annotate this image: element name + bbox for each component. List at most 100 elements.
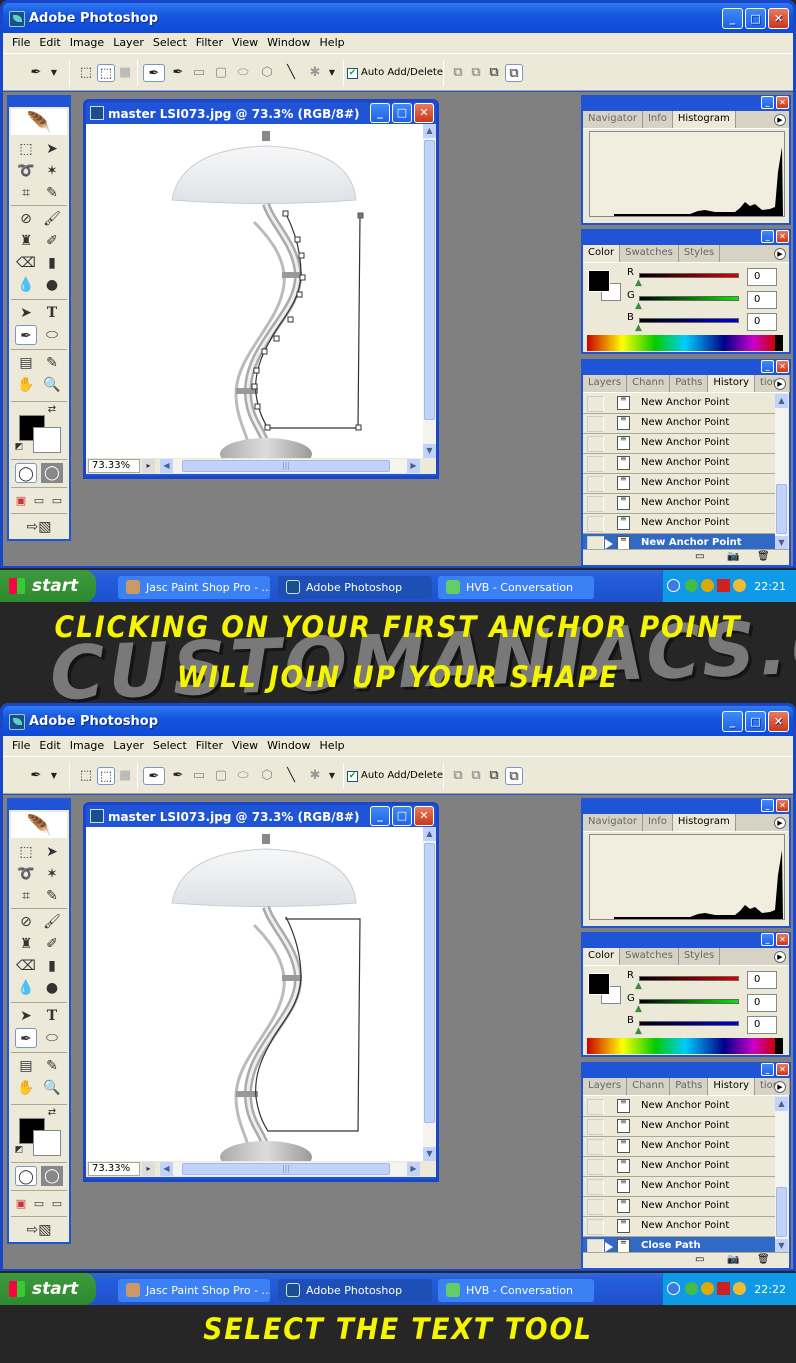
pen-tool-icon[interactable]: ✒ xyxy=(143,767,165,785)
network-tray-icon[interactable] xyxy=(701,579,714,592)
history-brush-source-box[interactable] xyxy=(587,516,604,532)
blue-slider-thumb[interactable]: ▲ xyxy=(635,1026,642,1036)
notes-tool-icon[interactable]: ▤ xyxy=(15,1056,37,1076)
taskbar-conversation[interactable]: HVB - Conversation xyxy=(438,576,594,599)
pen-tool-preset-icon[interactable]: ✒ xyxy=(27,767,45,785)
pen-tool-preset-icon[interactable]: ✒ xyxy=(27,64,45,82)
taskbar-photoshop[interactable]: Adobe Photoshop xyxy=(278,1279,432,1302)
horizontal-scroll-thumb[interactable]: ||| xyxy=(182,1163,390,1175)
green-slider[interactable] xyxy=(639,999,739,1004)
history-scroll-thumb[interactable] xyxy=(776,484,787,534)
zoom-tool-icon[interactable]: 🔍 xyxy=(41,375,63,395)
default-colors-icon[interactable]: ◩ xyxy=(13,1144,25,1156)
tab-paths[interactable]: Paths xyxy=(670,375,709,392)
history-brush-source-box[interactable] xyxy=(587,1099,604,1115)
panel-minimize-button[interactable]: _ xyxy=(761,360,774,373)
history-brush-source-box[interactable] xyxy=(587,1179,604,1195)
doc-maximize-button[interactable]: □ xyxy=(392,103,412,123)
jump-to-imageready-icon[interactable]: ⇨▧ xyxy=(17,517,61,537)
panel-close-button[interactable]: ✕ xyxy=(776,1063,789,1076)
vertical-scrollbar[interactable]: ▲ ▼ xyxy=(423,827,436,1161)
doc-maximize-button[interactable]: □ xyxy=(392,806,412,826)
type-tool-icon[interactable]: T xyxy=(41,303,63,323)
auto-add-delete-checkbox[interactable]: ✔ xyxy=(347,68,358,79)
red-slider-thumb[interactable]: ▲ xyxy=(635,278,642,288)
panel-menu-icon[interactable]: ▶ xyxy=(774,817,786,829)
tab-navigator[interactable]: Navigator xyxy=(583,814,643,831)
color-spectrum-bar[interactable] xyxy=(587,1038,783,1054)
paths-mode-icon[interactable]: ⬚ xyxy=(97,64,115,82)
panel-minimize-button[interactable]: _ xyxy=(761,799,774,812)
exclude-overlap-icon[interactable]: ⧉ xyxy=(505,64,523,82)
menu-layer[interactable]: Layer xyxy=(110,736,150,756)
menu-view[interactable]: View xyxy=(229,33,264,53)
panel-minimize-button[interactable]: _ xyxy=(761,933,774,946)
tab-history[interactable]: History xyxy=(708,1078,755,1095)
network-tray-icon[interactable] xyxy=(701,1282,714,1295)
swap-colors-icon[interactable]: ⇄ xyxy=(45,403,59,417)
tab-swatches[interactable]: Swatches xyxy=(620,948,679,965)
blue-slider[interactable] xyxy=(639,1021,739,1026)
tab-histogram[interactable]: Histogram xyxy=(672,111,736,128)
history-scrollbar[interactable]: ▲ ▼ xyxy=(775,1097,788,1253)
maximize-button[interactable]: □ xyxy=(745,711,766,732)
tab-channels[interactable]: Chann xyxy=(627,1078,671,1095)
path-selection-icon[interactable]: ➤ xyxy=(15,303,37,323)
horizontal-scrollbar[interactable]: ◀ ||| ▶ xyxy=(160,459,420,473)
scroll-right-icon[interactable]: ▶ xyxy=(407,1162,420,1176)
document-title-bar[interactable]: master LSI073.jpg @ 73.3% (RGB/8#) _ □ ✕ xyxy=(86,102,436,124)
rounded-rectangle-icon[interactable]: ▢ xyxy=(213,767,229,785)
preset-dropdown-icon[interactable]: ▼ xyxy=(49,64,59,82)
full-screen-menu-icon[interactable]: ▭ xyxy=(31,1194,47,1214)
panel-menu-icon[interactable]: ▶ xyxy=(774,951,786,963)
history-item[interactable]: ≡ New Anchor Point xyxy=(583,1137,775,1157)
tab-color[interactable]: Color xyxy=(583,245,621,262)
full-screen-icon[interactable]: ▭ xyxy=(49,1194,65,1214)
history-item[interactable]: ≡ New Anchor Point xyxy=(583,514,775,534)
panel-close-button[interactable]: ✕ xyxy=(776,230,789,243)
scroll-down-icon[interactable]: ▼ xyxy=(423,1147,436,1161)
panel-close-button[interactable]: ✕ xyxy=(776,360,789,373)
rounded-rectangle-icon[interactable]: ▢ xyxy=(213,64,229,82)
calendar-tray-icon[interactable] xyxy=(717,1282,730,1295)
menu-select[interactable]: Select xyxy=(150,33,193,53)
menu-file[interactable]: File xyxy=(9,33,36,53)
intersect-path-icon[interactable]: ⧉ xyxy=(487,64,501,82)
history-item[interactable]: ≡ New Anchor Point xyxy=(583,394,775,414)
green-value[interactable]: 0 xyxy=(747,291,777,309)
preset-dropdown-icon[interactable]: ▼ xyxy=(49,767,59,785)
history-scrollbar[interactable]: ▲ ▼ xyxy=(775,394,788,550)
history-brush-source-box[interactable] xyxy=(587,1119,604,1135)
paths-mode-icon[interactable]: ⬚ xyxy=(97,767,115,785)
menu-window[interactable]: Window xyxy=(264,33,316,53)
messenger-tray-icon[interactable] xyxy=(685,1282,698,1295)
eyedropper-icon[interactable]: ✎ xyxy=(41,1056,63,1076)
pen-tool-icon[interactable]: ✒ xyxy=(143,64,165,82)
panel-close-button[interactable]: ✕ xyxy=(776,933,789,946)
scroll-down-icon[interactable]: ▼ xyxy=(775,1239,788,1253)
history-brush-source-box[interactable] xyxy=(587,476,604,492)
quick-mask-icon[interactable]: ◯ xyxy=(41,463,63,483)
menu-help[interactable]: Help xyxy=(317,33,351,53)
scroll-up-icon[interactable]: ▲ xyxy=(423,124,436,138)
blur-tool-icon[interactable]: 💧 xyxy=(15,275,37,295)
rectangle-icon[interactable]: ▭ xyxy=(191,767,207,785)
color-foreground-swatch[interactable] xyxy=(588,270,610,292)
dodge-tool-icon[interactable]: ● xyxy=(41,978,63,998)
panel-menu-icon[interactable]: ▶ xyxy=(774,248,786,260)
panel-minimize-button[interactable]: _ xyxy=(761,1063,774,1076)
scroll-up-icon[interactable]: ▲ xyxy=(423,827,436,841)
scroll-right-icon[interactable]: ▶ xyxy=(407,459,420,473)
panel-menu-icon[interactable]: ▶ xyxy=(774,378,786,390)
panel-minimize-button[interactable]: _ xyxy=(761,96,774,109)
menu-select[interactable]: Select xyxy=(150,736,193,756)
tab-layers[interactable]: Layers xyxy=(583,375,628,392)
freeform-pen-icon[interactable]: ✒ xyxy=(169,64,187,82)
rectangle-icon[interactable]: ▭ xyxy=(191,64,207,82)
standard-screen-icon[interactable]: ▣ xyxy=(13,491,29,511)
standard-screen-icon[interactable]: ▣ xyxy=(13,1194,29,1214)
lasso-tool-icon[interactable]: ➰ xyxy=(15,161,37,181)
healing-brush-icon[interactable]: ⊘ xyxy=(15,912,37,932)
ellipse-icon[interactable]: ⬭ xyxy=(235,64,251,82)
history-brush-source-box[interactable] xyxy=(587,496,604,512)
